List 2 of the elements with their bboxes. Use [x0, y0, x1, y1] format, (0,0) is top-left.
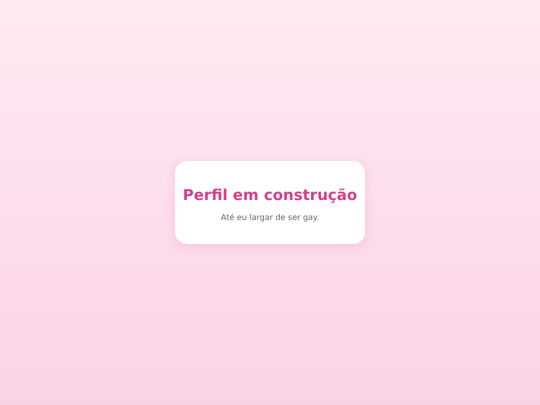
card-title: Perfil em construção — [182, 184, 358, 206]
card-subtitle: Até eu largar de ser gay. — [220, 212, 320, 224]
